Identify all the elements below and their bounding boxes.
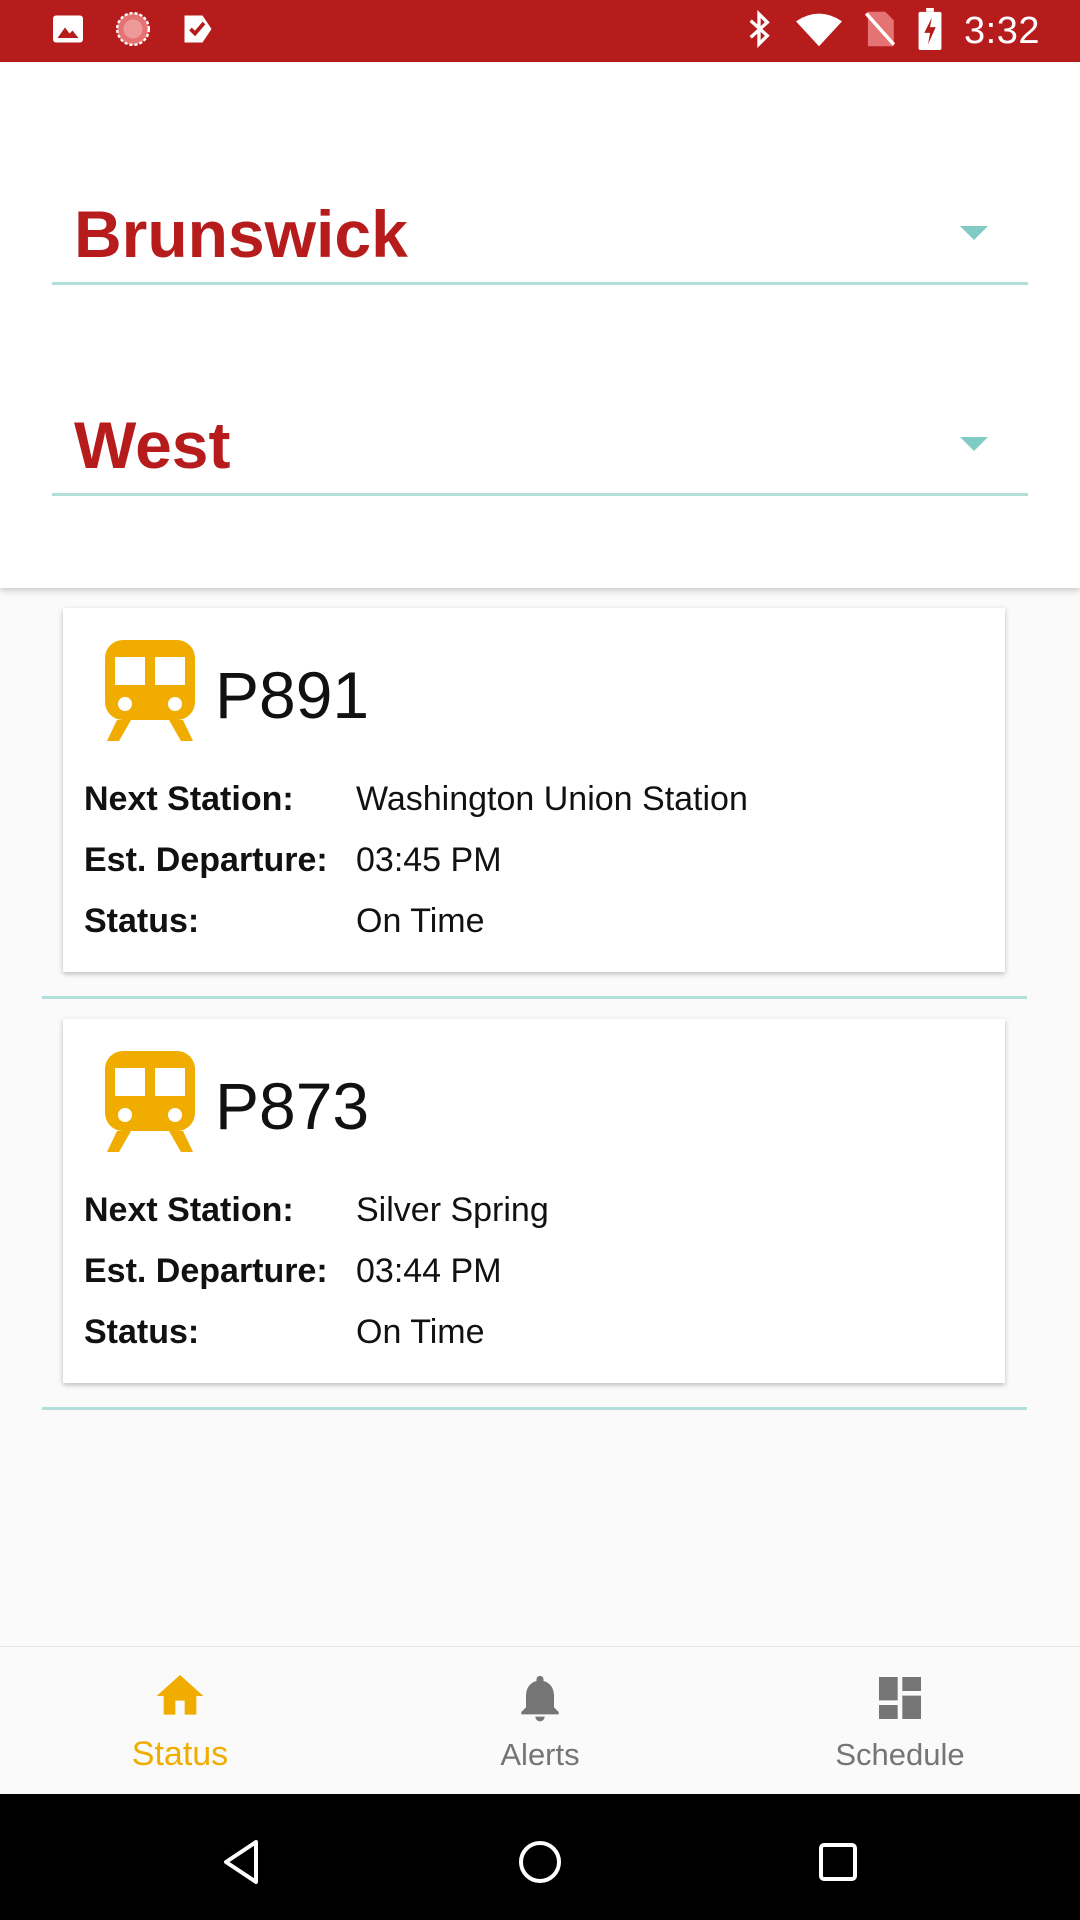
bottom-navigation: Status Alerts Schedule — [0, 1646, 1080, 1795]
sync-progress-icon — [114, 10, 152, 53]
direction-dropdown[interactable]: West — [52, 403, 1028, 496]
train-icon — [105, 1051, 195, 1160]
nav-status-label: Status — [131, 1735, 229, 1773]
next-station-row: Next Station: Silver Spring — [84, 1185, 984, 1235]
home-circle-icon[interactable] — [510, 1832, 570, 1892]
station-dropdown-value: Brunswick — [74, 197, 408, 271]
recents-icon[interactable] — [808, 1832, 868, 1892]
list-divider — [42, 996, 1027, 999]
status-label: Status: — [84, 1312, 200, 1351]
nav-alerts-label: Alerts — [500, 1736, 580, 1772]
status-bar-system: 3:32 — [744, 7, 1040, 55]
task-check-icon — [180, 11, 216, 52]
system-navigation-bar — [0, 1794, 1080, 1920]
departure-row: Est. Departure: 03:45 PM — [84, 835, 984, 885]
dashboard-icon — [872, 1670, 928, 1731]
status-value: On Time — [356, 901, 485, 940]
battery-charging-icon — [918, 7, 942, 55]
wifi-icon — [796, 11, 843, 52]
no-sim-icon — [864, 10, 896, 53]
status-bar: 3:32 — [0, 0, 1080, 62]
train-header: P891 — [105, 640, 369, 749]
next-station-value: Washington Union Station — [356, 779, 748, 818]
image-icon — [50, 11, 86, 52]
departure-value: 03:45 PM — [356, 840, 502, 879]
train-number: P873 — [215, 1068, 370, 1143]
direction-dropdown-value: West — [74, 408, 231, 482]
status-label: Status: — [84, 901, 200, 940]
chevron-down-icon — [960, 437, 988, 451]
back-icon[interactable] — [212, 1832, 272, 1892]
train-icon — [105, 640, 195, 749]
train-header: P873 — [105, 1051, 369, 1160]
bluetooth-icon — [744, 9, 774, 54]
train-card[interactable]: P873 Next Station: Silver Spring Est. De… — [63, 1019, 1005, 1383]
nav-alerts[interactable]: Alerts — [360, 1647, 720, 1795]
clock: 3:32 — [964, 9, 1040, 52]
train-card[interactable]: P891 Next Station: Washington Union Stat… — [63, 608, 1005, 972]
list-divider — [42, 1407, 1027, 1410]
next-station-value: Silver Spring — [356, 1190, 549, 1229]
home-icon — [152, 1668, 208, 1729]
bell-icon — [512, 1670, 568, 1731]
train-number: P891 — [215, 657, 370, 732]
departure-label: Est. Departure: — [84, 1251, 328, 1290]
chevron-down-icon — [960, 226, 988, 240]
departure-row: Est. Departure: 03:44 PM — [84, 1246, 984, 1296]
nav-status[interactable]: Status — [0, 1647, 360, 1795]
nav-schedule-label: Schedule — [835, 1736, 965, 1772]
nav-schedule[interactable]: Schedule — [720, 1647, 1080, 1795]
station-dropdown[interactable]: Brunswick — [52, 192, 1028, 285]
status-row: Status: On Time — [84, 1307, 984, 1357]
status-value: On Time — [356, 1312, 485, 1351]
next-station-row: Next Station: Washington Union Station — [84, 774, 984, 824]
route-selector-panel: Brunswick West — [0, 62, 1080, 588]
status-bar-notifications — [50, 10, 216, 53]
next-station-label: Next Station: — [84, 779, 294, 818]
departure-label: Est. Departure: — [84, 840, 328, 879]
departure-value: 03:44 PM — [356, 1251, 502, 1290]
next-station-label: Next Station: — [84, 1190, 294, 1229]
status-row: Status: On Time — [84, 896, 984, 946]
